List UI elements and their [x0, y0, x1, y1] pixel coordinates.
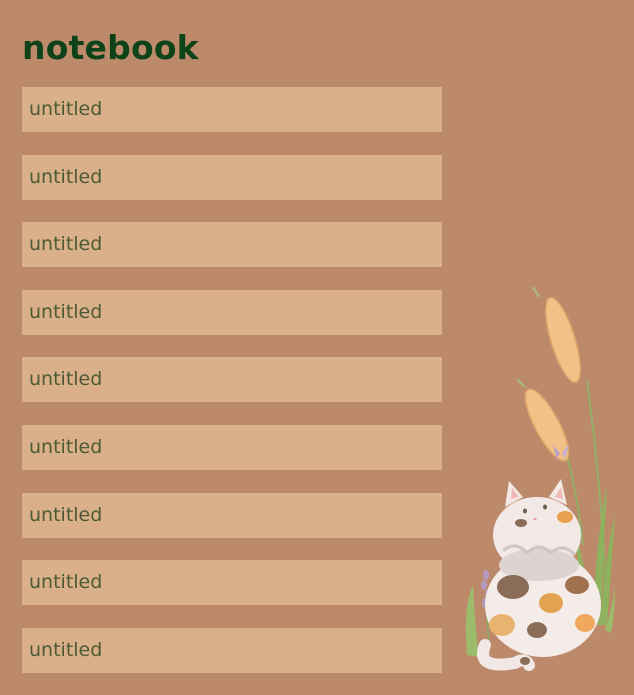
- note-title-input[interactable]: [22, 289, 442, 335]
- note-title-input[interactable]: [22, 154, 442, 200]
- note-title-input[interactable]: [22, 222, 442, 268]
- page-title: notebook: [22, 28, 199, 67]
- cat: [477, 479, 601, 671]
- note-title-input[interactable]: [22, 87, 442, 132]
- note-title-input[interactable]: [22, 627, 442, 673]
- note-title-input[interactable]: [22, 560, 442, 606]
- note-title-input[interactable]: [22, 357, 442, 403]
- note-title-input[interactable]: [22, 492, 442, 538]
- calico-cat-illustration: [465, 286, 615, 671]
- note-title-input[interactable]: [22, 424, 442, 470]
- note-list: [22, 87, 442, 695]
